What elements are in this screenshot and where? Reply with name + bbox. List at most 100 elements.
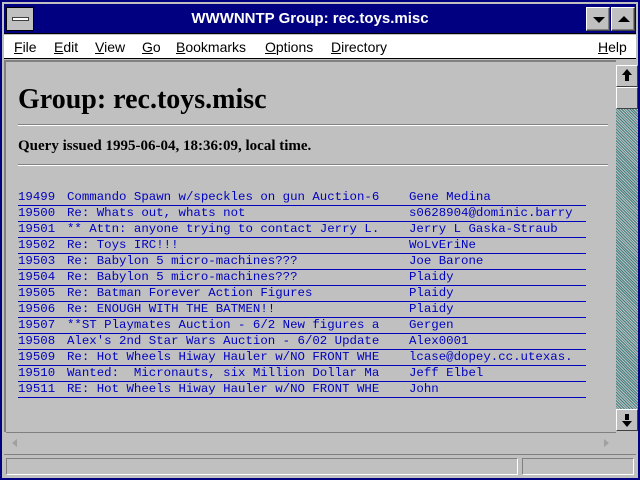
article-number: 19504 xyxy=(18,270,56,284)
article-number: 19500 xyxy=(18,206,56,220)
menu-directory[interactable]: Directory xyxy=(331,39,387,55)
article-link[interactable]: 19509 Re: Hot Wheels Hiway Hauler w/NO FR… xyxy=(18,350,586,366)
menu-options-label: ptions xyxy=(275,39,314,55)
arrow-up-stem xyxy=(625,75,629,81)
article-link[interactable]: 19501 ** Attn: anyone trying to contact J… xyxy=(18,222,586,238)
horizontal-scrollbar[interactable] xyxy=(6,432,616,452)
page-title: Group: rec.toys.misc xyxy=(18,84,267,115)
status-bar xyxy=(4,454,636,478)
article-author: Gene Medina xyxy=(409,190,491,204)
scroll-left-button[interactable] xyxy=(6,434,26,452)
page-content: Group: rec.toys.misc Query issued 1995-0… xyxy=(18,84,613,398)
article-list: 19499 Commando Spawn w/speckles on gun Au… xyxy=(18,190,613,398)
article-link[interactable]: 19507 **ST Playmates Auction - 6/2 New fi… xyxy=(18,318,586,334)
menu-edit-accel: E xyxy=(54,39,64,55)
article-number: 19508 xyxy=(18,334,56,348)
menu-help[interactable]: Help xyxy=(598,39,627,55)
article-number: 19510 xyxy=(18,366,56,380)
article-subject: Re: Hot Wheels Hiway Hauler w/NO FRONT W… xyxy=(67,350,380,364)
article-author: Gergen xyxy=(409,318,454,332)
article-subject: Alex's 2nd Star Wars Auction - 6/02 Upda… xyxy=(67,334,380,348)
scroll-thumb[interactable] xyxy=(616,87,638,109)
menu-go[interactable]: Go xyxy=(142,39,161,55)
maximize-button[interactable] xyxy=(611,7,635,31)
menu-file-accel: F xyxy=(14,39,23,55)
article-link[interactable]: 19510 Wanted: Micronauts, six Million Dol… xyxy=(18,366,586,382)
menu-file-label: ile xyxy=(22,39,37,55)
article-subject: Re: Batman Forever Action Figures xyxy=(67,286,313,300)
arrow-down-icon xyxy=(622,421,632,427)
arrow-down-stem xyxy=(625,414,629,420)
article-number: 19507 xyxy=(18,318,56,332)
article-subject: Re: Whats out, whats not xyxy=(67,206,246,220)
article-author: Plaidy xyxy=(409,286,454,300)
article-link[interactable]: 19508 Alex's 2nd Star Wars Auction - 6/02… xyxy=(18,334,586,350)
menu-edit-label: dit xyxy=(63,39,79,55)
menu-directory-label: irectory xyxy=(341,39,388,55)
menu-view[interactable]: View xyxy=(95,39,125,55)
scrollbar-corner xyxy=(616,431,638,453)
scroll-up-button[interactable] xyxy=(616,65,638,87)
menu-options-accel: O xyxy=(265,39,276,55)
article-author: Joe Barone xyxy=(409,254,484,268)
article-link[interactable]: 19499 Commando Spawn w/speckles on gun Au… xyxy=(18,190,586,206)
menu-view-accel: V xyxy=(95,39,105,55)
article-subject: ** Attn: anyone trying to contact Jerry … xyxy=(67,222,380,236)
article-author: Plaidy xyxy=(409,302,454,316)
menu-options[interactable]: Options xyxy=(265,39,313,55)
article-subject: Commando Spawn w/speckles on gun Auction… xyxy=(67,190,380,204)
document-view[interactable]: Group: rec.toys.misc Query issued 1995-0… xyxy=(4,60,616,432)
article-link[interactable]: 19506 Re: ENOUGH WITH THE BATMEN!! Plaidy xyxy=(18,302,586,318)
status-indicator xyxy=(522,458,634,475)
article-subject: Re: Babylon 5 micro-machines??? xyxy=(67,254,298,268)
article-link[interactable]: 19505 Re: Batman Forever Action Figures Pl… xyxy=(18,286,586,302)
maximize-icon xyxy=(618,16,630,22)
article-number: 19506 xyxy=(18,302,56,316)
query-info: Query issued 1995-06-04, 18:36:09, local… xyxy=(18,138,312,154)
scroll-down-button[interactable] xyxy=(616,409,638,431)
article-author: Plaidy xyxy=(409,270,454,284)
article-number: 19509 xyxy=(18,350,56,364)
article-author: lcase@dopey.cc.utexas. xyxy=(409,350,573,364)
status-text xyxy=(6,458,518,475)
article-subject: Re: ENOUGH WITH THE BATMEN!! xyxy=(67,302,276,316)
scroll-right-button[interactable] xyxy=(596,434,616,452)
article-subject: **ST Playmates Auction - 6/2 New figures… xyxy=(67,318,380,332)
title-bar[interactable]: WWWNNTP Group: rec.toys.misc xyxy=(4,4,636,34)
minimize-icon xyxy=(593,17,605,23)
article-link[interactable]: 19500 Re: Whats out, whats not s0628904@do… xyxy=(18,206,586,222)
article-number: 19501 xyxy=(18,222,56,236)
vertical-scrollbar[interactable] xyxy=(616,65,638,431)
article-subject: Re: Babylon 5 micro-machines??? xyxy=(67,270,298,284)
browser-window: WWWNNTP Group: rec.toys.misc File Edit V… xyxy=(0,0,640,480)
menu-bar: File Edit View Go Bookmarks Options Dire… xyxy=(4,35,636,59)
divider xyxy=(18,164,608,166)
article-author: WoLvEriNe xyxy=(409,238,476,252)
menu-go-accel: G xyxy=(142,39,153,55)
window-title: WWWNNTP Group: rec.toys.misc xyxy=(191,10,429,27)
article-author: Jerry L Gaska-Straub xyxy=(409,222,558,236)
menu-view-label: iew xyxy=(104,39,126,55)
article-subject: RE: Hot Wheels Hiway Hauler w/NO FRONT W… xyxy=(67,382,380,396)
article-link[interactable]: 19511 RE: Hot Wheels Hiway Hauler w/NO FR… xyxy=(18,382,586,398)
menu-help-accel: H xyxy=(598,39,609,55)
menu-file[interactable]: File xyxy=(14,39,37,55)
system-menu-icon xyxy=(12,17,29,21)
article-author: Jeff Elbel xyxy=(409,366,484,380)
article-link[interactable]: 19502 Re: Toys IRC!!! WoLvEriNe xyxy=(18,238,586,254)
arrow-left-icon xyxy=(12,439,17,447)
article-subject: Re: Toys IRC!!! xyxy=(67,238,179,252)
article-number: 19502 xyxy=(18,238,56,252)
article-number: 19511 xyxy=(18,382,56,396)
menu-bookmarks-label: ookmarks xyxy=(185,39,247,55)
article-link[interactable]: 19503 Re: Babylon 5 micro-machines??? Joe … xyxy=(18,254,586,270)
menu-go-label: o xyxy=(152,39,161,55)
menu-help-label: elp xyxy=(608,39,627,55)
menu-edit[interactable]: Edit xyxy=(54,39,78,55)
arrow-right-icon xyxy=(604,439,609,447)
article-link[interactable]: 19504 Re: Babylon 5 micro-machines??? Plai… xyxy=(18,270,586,286)
menu-bookmarks[interactable]: Bookmarks xyxy=(176,39,246,55)
minimize-button[interactable] xyxy=(586,7,610,31)
system-menu-button[interactable] xyxy=(6,7,34,31)
article-author: John xyxy=(409,382,439,396)
